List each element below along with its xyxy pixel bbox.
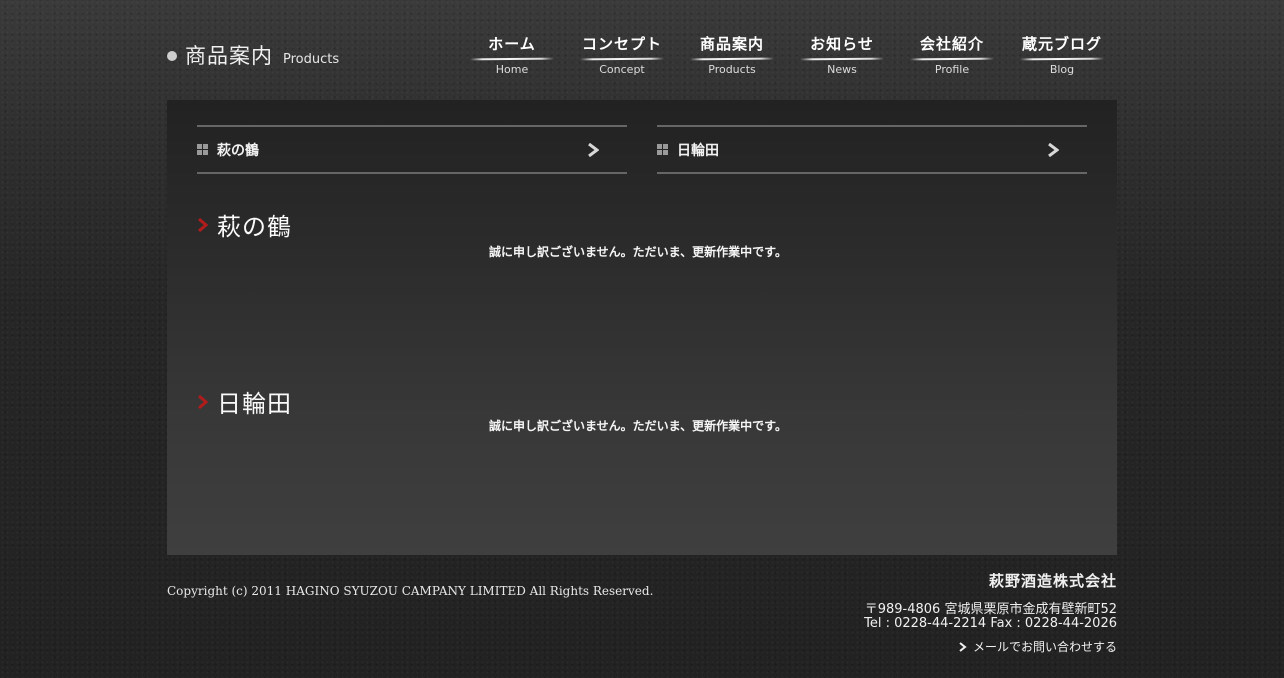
nav-label-jp: 商品案内	[699, 35, 764, 53]
sub-link-haginotsuru[interactable]: 萩の鶴	[197, 125, 627, 174]
nav-label-en: Blog	[1049, 63, 1075, 76]
nav-label-jp: ホーム	[488, 35, 536, 53]
nav-products[interactable]: 商品案内 Products	[677, 33, 787, 76]
tel-fax: Tel : 0228-44-2214 Fax : 0228-44-2026	[864, 616, 1117, 631]
nav-news[interactable]: お知らせ News	[787, 33, 897, 76]
section-title-hiwata: 日輪田	[197, 384, 292, 419]
nav-label-en: Profile	[934, 63, 970, 76]
global-nav: ホーム Home コンセプト Concept 商品案内 Products お知ら…	[457, 33, 1117, 76]
section-heading: 日輪田	[217, 390, 292, 418]
nav-label-jp: コンセプト	[581, 35, 662, 53]
main-panel: 萩の鶴 日輪田 萩の鶴 誠に申し訳ございません。ただいま、更新作業中です。 日輪…	[167, 100, 1117, 555]
red-chevron-icon	[198, 217, 209, 232]
nav-label-jp: 蔵元ブログ	[1021, 35, 1102, 53]
company-address: 〒989-4806 宮城県栗原市金成有壁新町52	[864, 602, 1117, 617]
copyright-text: Copyright (c) 2011 HAGINO SYUZOU CAMPANY…	[167, 584, 654, 598]
nav-profile[interactable]: 会社紹介 Profile	[897, 33, 1007, 76]
sub-link-hiwata[interactable]: 日輪田	[657, 125, 1087, 174]
nav-underline	[800, 57, 884, 61]
chevron-right-icon	[588, 143, 599, 157]
nav-label-en: News	[827, 63, 857, 76]
company-name: 萩野酒造株式会社	[988, 572, 1117, 590]
page-subtitle: Products	[283, 52, 340, 67]
mail-contact-link[interactable]: メールでお問い合わせする	[959, 638, 1117, 655]
section-message: 誠に申し訳ございません。ただいま、更新作業中です。	[489, 419, 787, 433]
nav-label-en: Concept	[599, 63, 645, 76]
nav-label-jp: お知らせ	[810, 35, 874, 53]
nav-underline	[470, 57, 554, 61]
nav-underline	[690, 57, 774, 61]
grid-icon	[197, 144, 208, 155]
page-heading: 商品案内 Products	[167, 40, 339, 70]
nav-underline	[580, 57, 664, 61]
section-title-haginotsuru: 萩の鶴	[197, 207, 292, 242]
nav-underline	[910, 57, 994, 61]
page-title: 商品案内	[185, 44, 273, 68]
chevron-right-icon	[1048, 143, 1059, 157]
nav-blog[interactable]: 蔵元ブログ Blog	[1007, 33, 1117, 76]
nav-label-en: Products	[708, 63, 756, 76]
bullet-dot-icon	[167, 51, 177, 61]
sub-link-label: 日輪田	[677, 142, 719, 159]
nav-label-jp: 会社紹介	[919, 35, 984, 53]
mail-link-label: メールでお問い合わせする	[972, 640, 1117, 654]
sub-link-label: 萩の鶴	[217, 142, 259, 159]
nav-concept[interactable]: コンセプト Concept	[567, 33, 677, 76]
nav-underline	[1020, 57, 1104, 61]
grid-icon	[657, 144, 668, 155]
chevron-right-icon	[959, 641, 967, 652]
nav-home[interactable]: ホーム Home	[457, 33, 567, 76]
red-chevron-icon	[198, 394, 209, 409]
section-heading: 萩の鶴	[217, 213, 292, 241]
nav-label-en: Home	[495, 63, 529, 76]
section-message: 誠に申し訳ございません。ただいま、更新作業中です。	[489, 245, 787, 259]
